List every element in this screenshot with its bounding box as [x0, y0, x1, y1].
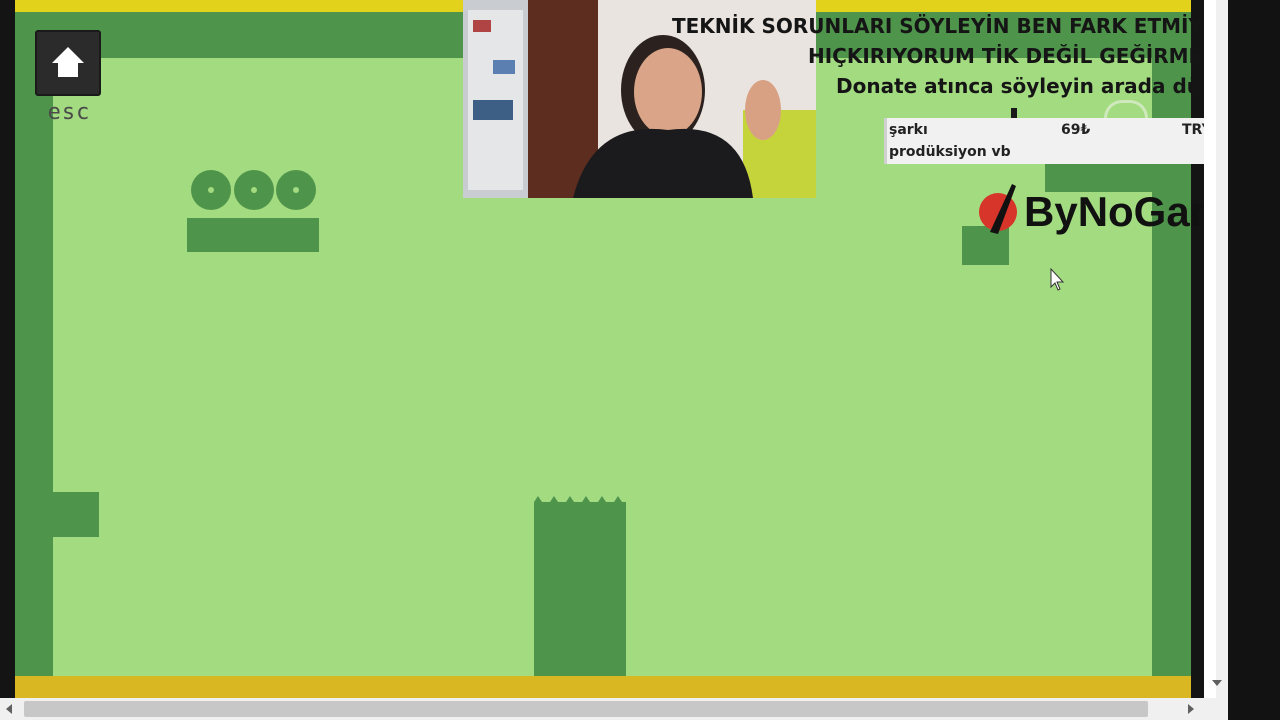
top-bar-left: [15, 0, 463, 12]
vertical-scrollbar[interactable]: [1204, 0, 1228, 698]
mouse-cursor-icon: [1050, 268, 1065, 291]
pillar-spikes: [534, 496, 626, 508]
sponsor-logo: ByNoGam: [978, 180, 1230, 236]
donation-item: şarkı: [889, 122, 928, 138]
overlay-ticker-line1: TEKNİK SORUNLARI SÖYLEYİN BEN FARK ETMİY…: [672, 14, 1232, 38]
right-wall: [1152, 12, 1191, 676]
coin: [191, 170, 231, 210]
donation-price: 69₺: [1061, 122, 1091, 138]
home-icon: [52, 47, 84, 77]
right-margin: [1228, 0, 1280, 720]
bottom-bar: [15, 676, 1191, 698]
coin: [234, 170, 274, 210]
left-ledge: [53, 492, 99, 537]
coin: [276, 170, 316, 210]
esc-button[interactable]: [35, 30, 101, 96]
overlay-ticker-line2: HIÇKIRIYORUM TİK DEĞİL GEĞİRME DE: [808, 44, 1232, 68]
logo-text: ByNoGam: [1024, 188, 1227, 235]
coin-platform: [187, 218, 319, 252]
bynogam-logo-icon: ByNoGam: [979, 184, 1227, 235]
scrollbar-track: [1204, 0, 1216, 698]
spiked-pillar: [534, 507, 626, 676]
arrow-right-icon[interactable]: [1188, 704, 1196, 714]
top-bar-right: [816, 0, 1191, 12]
overlay-ticker-line3: Donate atınca söyleyin arada düşmü: [836, 74, 1232, 98]
arrow-left-icon[interactable]: [6, 704, 14, 714]
esc-label: esc: [47, 100, 91, 125]
donation-detail: prodüksiyon vb: [889, 144, 1011, 160]
arrow-down-icon[interactable]: [1212, 680, 1222, 688]
horizontal-scroll-thumb[interactable]: [24, 701, 1148, 717]
